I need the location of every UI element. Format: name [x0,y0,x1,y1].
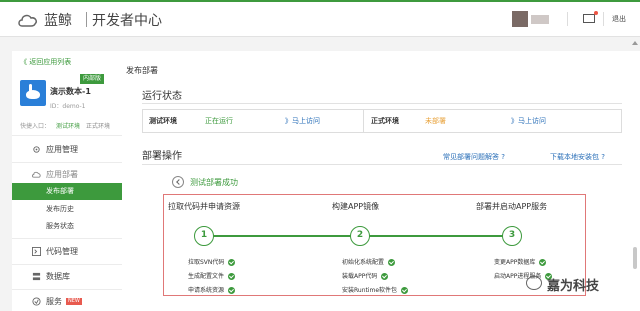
top-bar: 蓝鲸 开发者中心 退出 [0,0,640,37]
quick-entry: 快捷入口： 测试环境 正式环境 [20,121,110,130]
task-item: 安装Runtime软件包 [342,285,409,294]
service-icon [32,297,41,306]
wechat-icon [526,276,542,290]
task-item: 初始化系统配置 [342,257,396,266]
task-item: 变更APP数据库 [494,257,547,266]
back-arrow-icon[interactable] [172,176,184,188]
section-divider [142,164,622,165]
step-circle: 1 [194,226,214,246]
menu-divider [12,264,122,265]
task-item: 装载APP代码 [342,271,389,280]
check-icon [228,273,236,280]
check-icon [539,259,547,266]
task-item: 拉取SVN代码 [188,257,236,266]
sidebar-item-database[interactable]: 数据库 [12,266,122,287]
task-item: 生成配置文件 [188,271,236,280]
sidebar-item-label: 应用部署 [46,170,78,179]
sidebar-item-label: 数据库 [46,272,70,281]
check-icon [228,287,236,294]
deploy-faq-link[interactable]: 常见部署问题解答 ? [443,152,505,162]
step-circle: 2 [350,226,370,246]
prod-env-status: 未部署 [425,117,446,125]
code-icon [32,247,41,256]
check-icon [401,287,409,294]
task-label: 申请系统资源 [188,287,225,294]
page-header-title: 开发者中心 [92,13,162,29]
task-item: 申请系统资源 [188,285,236,294]
step-title: 部署并启动APP服务 [476,202,548,211]
sidebar-item-deploy-publish[interactable]: 发布部署 [12,183,122,200]
sidebar-item-label: 服务 NEW [46,291,82,311]
download-package-link[interactable]: 下载本地安装包 ? [550,152,605,162]
menu-divider [12,238,122,239]
sidebar-item-services-text: 服务 [46,297,62,306]
scroll-up-icon[interactable] [632,40,638,46]
sidebar-item-code-manage[interactable]: 代码管理 [12,241,122,262]
sidebar-item-label: 应用管理 [46,145,78,154]
watermark: 嘉为科技 [523,273,635,295]
check-icon [228,259,236,266]
cloud-logo-icon[interactable] [17,12,39,28]
sidebar-item-label: 发布历史 [46,205,74,213]
main-content: 发布部署 运行状态 测试环境 正在运行 》马上访问 正式环境 未部署 》马上访问… [122,51,640,311]
task-label: 变更APP数据库 [494,259,536,266]
task-label: 拉取SVN代码 [188,259,225,266]
logout-link[interactable]: 退出 [612,14,626,24]
quick-entry-label: 快捷入口： [20,123,51,130]
step-circle: 3 [502,226,522,246]
test-env-status: 正在运行 [205,117,233,125]
app-icon [20,80,46,106]
page-title: 发布部署 [126,66,158,75]
sidebar-item-deploy-history[interactable]: 发布历史 [12,201,122,218]
menu-divider [12,289,122,290]
section-divider [142,103,622,104]
deploy-success-message: 测试部署成功 [190,178,238,187]
test-env-visit-link[interactable]: 》马上访问 [285,110,320,132]
sidebar-item-label: 代码管理 [46,247,78,256]
back-to-app-list-link[interactable]: 《 返回应用列表 [20,57,71,67]
sidebar-item-label: 发布部署 [46,187,74,195]
task-label: 生成配置文件 [188,273,225,280]
internal-version-badge: 内部版 [80,74,105,84]
deploy-ops-title: 部署操作 [142,151,182,162]
gear-icon [33,146,40,153]
quick-entry-test-env-link[interactable]: 测试环境 [56,123,80,130]
quick-entry-prod-env-link[interactable]: 正式环境 [86,123,110,130]
sidebar-item-app-manage[interactable]: 应用管理 [12,139,122,160]
app-name: 演示数本-1 [50,87,91,96]
task-label: 安装Runtime软件包 [342,287,398,294]
avatar[interactable] [512,11,528,27]
step-title: 拉取代码并申请资源 [168,202,240,211]
sidebar-item-service-status[interactable]: 服务状态 [12,218,122,235]
header-divider [567,12,568,26]
menu-divider [12,135,122,136]
header-divider [603,12,604,26]
username-redacted[interactable] [531,15,549,24]
new-badge: NEW [66,298,82,305]
check-icon [381,273,389,280]
env-status-table: 测试环境 正在运行 》马上访问 正式环境 未部署 》马上访问 [142,109,622,133]
run-status-title: 运行状态 [142,91,182,102]
test-env-label: 测试环境 [149,117,177,125]
cloud-icon [32,171,41,178]
sidebar-item-app-deploy[interactable]: 应用部署 [12,164,122,185]
sidebar-item-services[interactable]: 服务 NEW [12,291,122,311]
database-icon [32,272,41,281]
menu-divider [12,162,122,163]
sidebar: 《 返回应用列表 内部版 演示数本-1 ID：demo-1 快捷入口： 测试环境正… [12,51,122,311]
app-id: ID：demo-1 [50,103,86,110]
prod-env-visit-link[interactable]: 》马上访问 [511,110,546,132]
watermark-text: 嘉为科技 [547,279,600,294]
task-label: 初始化系统配置 [342,259,385,266]
mail-icon[interactable] [583,11,598,23]
brand-name[interactable]: 蓝鲸 [44,10,72,30]
scrollbar-thumb[interactable] [633,247,637,269]
check-icon [388,259,396,266]
prod-env-label: 正式环境 [371,117,399,125]
sidebar-item-label: 服务状态 [46,222,74,230]
step-title: 构建APP镜像 [332,202,380,211]
task-label: 装载APP代码 [342,273,378,280]
brand-divider [86,12,87,27]
table-divider [363,110,364,132]
